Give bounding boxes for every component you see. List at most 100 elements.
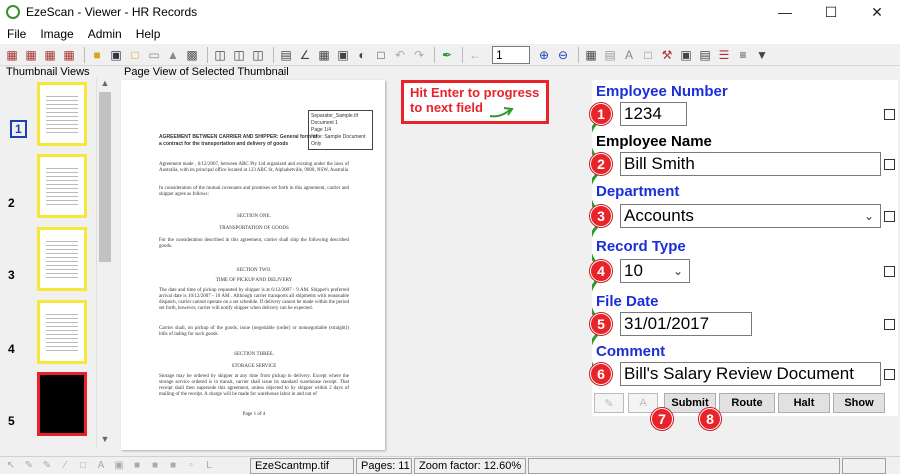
employee-name-input[interactable]: Bill Smith (620, 152, 881, 176)
undo-icon[interactable]: ↶ (392, 47, 408, 63)
zoom-out-icon[interactable]: ⊖ (555, 47, 571, 63)
document-paragraph: In consideration of the mutual covenants… (159, 186, 349, 197)
split-pages-icon[interactable]: ◫ (231, 47, 247, 63)
scan-icon[interactable]: ▦ (4, 47, 20, 63)
scan-batch-icon[interactable]: ▦ (42, 47, 58, 63)
highlight-tool-icon[interactable]: ■ (148, 460, 162, 472)
window-controls: — ☐ ✕ (762, 0, 900, 24)
extras-dropdown-icon[interactable]: ▼ (754, 47, 770, 63)
employee-name-checkbox[interactable] (884, 159, 895, 170)
ruler-tool-icon[interactable]: L (202, 460, 216, 472)
record-type-label: Record Type (596, 238, 686, 255)
note-tool-icon[interactable]: ▫ (184, 460, 198, 472)
step-badge-3: 3 (590, 205, 612, 227)
text-zone-icon[interactable]: A (621, 47, 637, 63)
thumbnail-page-1[interactable] (37, 82, 87, 146)
department-checkbox[interactable] (884, 211, 895, 222)
arrow-tool-icon[interactable]: ↖ (4, 460, 18, 472)
document-section-subtitle: TRANSPORTATION OF GOODS (219, 226, 289, 231)
halt-button[interactable]: Halt (778, 393, 830, 413)
toolbar-separator (578, 46, 579, 63)
merge-pages-icon[interactable]: ◫ (250, 47, 266, 63)
open-folder-icon[interactable]: ■ (89, 47, 105, 63)
scroll-down-icon[interactable]: ▼ (99, 434, 111, 444)
form-icon[interactable]: ▣ (678, 47, 694, 63)
employee-number-label: Employee Number (596, 83, 728, 100)
route-button[interactable]: Route (719, 393, 775, 413)
highlighter-icon[interactable]: ✒ (439, 47, 455, 63)
toolbar-separator (434, 46, 435, 63)
scroll-up-icon[interactable]: ▲ (99, 78, 111, 88)
status-zoom: Zoom factor: 12.60% (414, 457, 526, 474)
minimize-button[interactable]: — (762, 0, 808, 24)
settings-icon[interactable]: ≡ (735, 47, 751, 63)
comment-checkbox[interactable] (884, 369, 895, 380)
pen-icon[interactable]: ✎ (594, 393, 624, 413)
barcode-icon[interactable]: ▤ (602, 47, 618, 63)
page-number-input[interactable] (492, 45, 530, 64)
index-icon[interactable]: ☰ (716, 47, 732, 63)
despeckle-icon[interactable]: ▦ (316, 47, 332, 63)
employee-number-input[interactable]: 1234 (620, 102, 687, 126)
file-date-checkbox[interactable] (884, 319, 895, 330)
ocr-zone-icon[interactable]: ▦ (583, 47, 599, 63)
step-badge-6: 6 (590, 363, 612, 385)
recycle-icon[interactable]: ▲ (165, 47, 181, 63)
pen-tool-icon[interactable]: ✎ (22, 460, 36, 472)
document-icon[interactable]: ▤ (697, 47, 713, 63)
line-tool-icon[interactable]: ∕ (58, 460, 72, 472)
scroll-thumb[interactable] (99, 92, 111, 262)
redact-icon[interactable]: □ (373, 47, 389, 63)
status-bar: ↖ ✎ ✎ ∕ □ A ▣ ■ ■ ■ ▫ L EzeScantmp.tif P… (0, 456, 900, 474)
record-type-select[interactable]: 10 ⌄ (620, 259, 690, 283)
status-filename: EzeScantmp.tif (250, 457, 354, 474)
crop-icon[interactable]: ▣ (335, 47, 351, 63)
thumbnail-number-3: 3 (8, 268, 15, 282)
zoom-in-icon[interactable]: ⊕ (536, 47, 552, 63)
fill-tool-icon[interactable]: ■ (130, 460, 144, 472)
department-select[interactable]: Accounts ⌄ (620, 204, 881, 228)
menu-file[interactable]: File (0, 27, 33, 41)
redo-icon[interactable]: ↷ (411, 47, 427, 63)
import-icon[interactable]: □ (127, 47, 143, 63)
step-badge-4: 4 (590, 260, 612, 282)
show-button[interactable]: Show (833, 393, 885, 413)
file-date-input[interactable]: 31/01/2017 (620, 312, 752, 336)
callout-line-2: to next field (410, 100, 483, 115)
document-section-subtitle: STORAGE SERVICE (231, 364, 277, 369)
thumbnail-page-2[interactable] (37, 154, 87, 218)
previous-page-icon[interactable]: ← (467, 47, 483, 63)
comment-input[interactable]: Bill's Salary Review Document (620, 362, 881, 386)
scan-duplex-icon[interactable]: ▦ (23, 47, 39, 63)
save-icon[interactable]: ▣ (108, 47, 124, 63)
rectangle-tool-icon[interactable]: □ (76, 460, 90, 472)
marker-tool-icon[interactable]: ✎ (40, 460, 54, 472)
menu-image[interactable]: Image (33, 27, 80, 41)
thumbnail-page-4[interactable] (37, 300, 87, 364)
stamp-tool-icon[interactable]: ▣ (112, 460, 126, 472)
print-icon[interactable]: ▩ (184, 47, 200, 63)
menu-admin[interactable]: Admin (81, 27, 129, 41)
document-page-footer: Page 1 of 4 (242, 412, 266, 417)
text-tool-icon[interactable]: A (94, 460, 108, 472)
redact-tool-icon[interactable]: ■ (166, 460, 180, 472)
main-toolbar: ▦ ▦ ▦ ▦ ■ ▣ □ ▭ ▲ ▩ ◫ ◫ ◫ ▤ ∠ ▦ ▣ ◐ □ ↶ … (0, 44, 900, 66)
maximize-button[interactable]: ☐ (808, 0, 854, 24)
thumbnail-page-5[interactable] (37, 372, 87, 436)
close-button[interactable]: ✕ (854, 0, 900, 24)
menu-help[interactable]: Help (129, 27, 168, 41)
move-pages-icon[interactable]: ◫ (212, 47, 228, 63)
contrast-icon[interactable]: ◐ (354, 47, 370, 63)
document-section-title: SECTION ONE. (237, 214, 271, 219)
scan-settings-icon[interactable]: ▦ (61, 47, 77, 63)
thumbnail-page-3[interactable] (37, 227, 87, 291)
employee-number-checkbox[interactable] (884, 109, 895, 120)
rotate-icon[interactable]: ∠ (297, 47, 313, 63)
thumbnail-scrollbar[interactable]: ▲ ▼ (96, 78, 112, 448)
stamp-icon[interactable]: □ (640, 47, 656, 63)
deskew-icon[interactable]: ▤ (278, 47, 294, 63)
delete-icon[interactable]: ▭ (146, 47, 162, 63)
record-type-checkbox[interactable] (884, 266, 895, 277)
tools-icon[interactable]: ⚒ (659, 47, 675, 63)
enter-hint-callout: Hit Enter to progress to next field (401, 80, 549, 124)
